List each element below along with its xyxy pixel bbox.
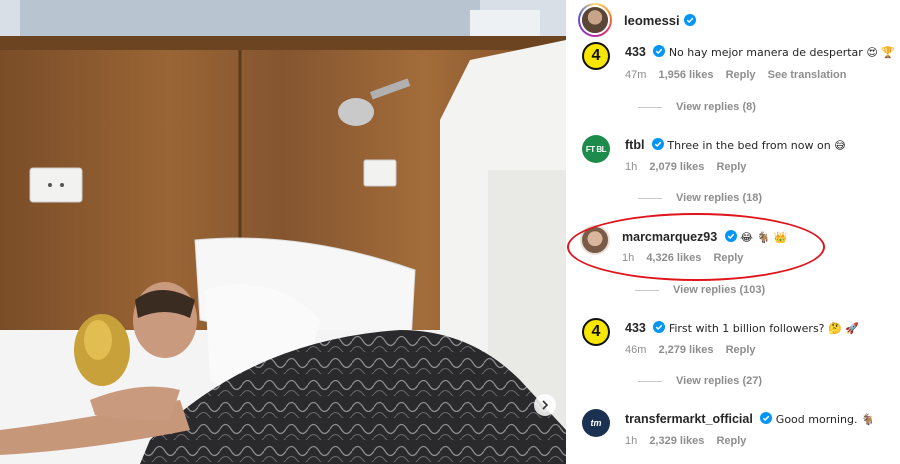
post-header: leomessi: [566, 0, 900, 40]
see-translation-button[interactable]: See translation: [768, 69, 847, 81]
comment-time: 1h: [625, 435, 638, 447]
view-replies-button[interactable]: View replies (103): [635, 284, 765, 296]
post-photo: [0, 0, 566, 464]
comment-likes[interactable]: 2,079 likes: [649, 161, 704, 173]
commenter-avatar[interactable]: 4: [582, 318, 610, 346]
comment-text: marcmarquez93 😂 🐐 👑: [622, 230, 787, 244]
verified-badge-icon: [683, 14, 696, 26]
verified-badge-icon: [760, 412, 773, 424]
commenter-username[interactable]: 433: [625, 45, 646, 59]
view-replies-button[interactable]: View replies (8): [638, 101, 756, 113]
comment-likes[interactable]: 1,956 likes: [658, 69, 713, 81]
chevron-right-icon: [542, 400, 549, 410]
comment-time: 47m: [625, 69, 647, 81]
comment-body: No hay mejor manera de despertar 😍 🏆: [668, 46, 895, 59]
comment-body: First with 1 billion followers? 🤔 🚀: [668, 322, 859, 335]
commenter-avatar[interactable]: [580, 225, 610, 255]
comments-panel: leomessi 4 433 No hay mejor manera de de…: [566, 0, 900, 464]
reply-button[interactable]: Reply: [726, 69, 756, 81]
comment-text: 433 No hay mejor manera de despertar 😍 🏆: [625, 45, 895, 59]
comment-meta: 46m 2,279 likes Reply: [625, 344, 765, 356]
comment-likes[interactable]: 2,279 likes: [658, 344, 713, 356]
comment-time: 1h: [622, 252, 635, 264]
post-image: [0, 0, 566, 464]
commenter-avatar[interactable]: FT BL: [582, 135, 610, 163]
view-replies-button[interactable]: View replies (18): [638, 192, 762, 204]
author-avatar[interactable]: [578, 3, 612, 37]
commenter-username[interactable]: marcmarquez93: [622, 230, 717, 244]
reply-button[interactable]: Reply: [726, 344, 756, 356]
comment-likes[interactable]: 2,329 likes: [649, 435, 704, 447]
reply-button[interactable]: Reply: [716, 161, 746, 173]
comment-body: Three in the bed from now on 😅: [667, 139, 846, 152]
verified-badge-icon: [653, 45, 666, 57]
verified-badge-icon: [653, 321, 666, 333]
comment-likes[interactable]: 4,326 likes: [646, 252, 701, 264]
verified-badge-icon: [651, 138, 664, 150]
comment-meta: 47m 1,956 likes Reply See translation: [625, 69, 855, 81]
comment-meta: 1h 4,326 likes Reply: [622, 252, 752, 264]
comment-meta: 1h 2,329 likes Reply: [625, 435, 755, 447]
comment-meta: 1h 2,079 likes Reply: [625, 161, 755, 173]
commenter-username[interactable]: 433: [625, 321, 646, 335]
view-replies-button[interactable]: View replies (27): [638, 375, 762, 387]
commenter-username[interactable]: transfermarkt_official: [625, 412, 753, 426]
comment-text: ftbl Three in the bed from now on 😅: [625, 138, 846, 152]
carousel-next-button[interactable]: [534, 394, 556, 416]
comment-body: Good morning. 🐐: [775, 413, 875, 426]
commenter-username[interactable]: ftbl: [625, 138, 644, 152]
comment-time: 1h: [625, 161, 638, 173]
commenter-avatar[interactable]: tm: [582, 409, 610, 437]
verified-badge-icon: [724, 230, 737, 242]
comment-body: 😂 🐐 👑: [740, 231, 788, 244]
reply-button[interactable]: Reply: [716, 435, 746, 447]
comment-text: transfermarkt_official Good morning. 🐐: [625, 412, 875, 426]
comment-time: 46m: [625, 344, 647, 356]
commenter-avatar[interactable]: 4: [582, 42, 610, 70]
reply-button[interactable]: Reply: [713, 252, 743, 264]
author-username[interactable]: leomessi: [624, 13, 680, 28]
comment-text: 433 First with 1 billion followers? 🤔 🚀: [625, 321, 859, 335]
